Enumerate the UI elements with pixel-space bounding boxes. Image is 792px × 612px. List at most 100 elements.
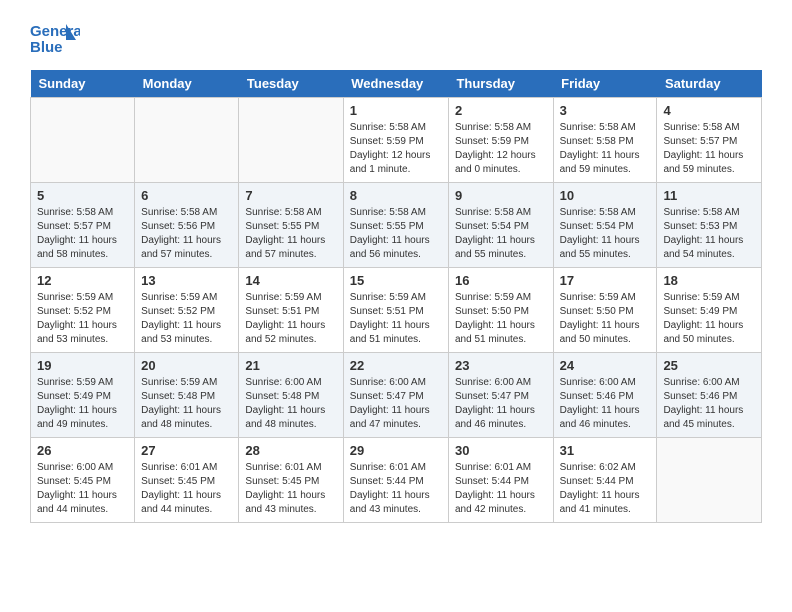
calendar-cell [657,438,762,523]
calendar-cell: 17 Sunrise: 5:59 AM Sunset: 5:50 PM Dayli… [553,268,657,353]
day-info: Sunrise: 6:01 AM Sunset: 5:45 PM Dayligh… [141,461,232,517]
header-thursday: Thursday [448,70,553,98]
general-blue-logo-icon: GeneralBlue [30,20,80,60]
header-friday: Friday [553,70,657,98]
day-info: Sunrise: 6:01 AM Sunset: 5:44 PM Dayligh… [455,461,547,517]
calendar-cell: 27 Sunrise: 6:01 AM Sunset: 5:45 PM Dayli… [135,438,239,523]
header-saturday: Saturday [657,70,762,98]
day-number: 12 [37,273,128,288]
calendar-week-row: 26Sunrise: 6:00 AM Sunset: 5:45 PM Dayli… [31,438,762,523]
calendar-cell: 22 Sunrise: 6:00 AM Sunset: 5:47 PM Dayli… [343,353,448,438]
day-number: 8 [350,188,442,203]
day-number: 25 [663,358,755,373]
calendar-cell: 31 Sunrise: 6:02 AM Sunset: 5:44 PM Dayli… [553,438,657,523]
svg-text:Blue: Blue [30,39,63,56]
day-info: Sunrise: 5:58 AM Sunset: 5:54 PM Dayligh… [560,206,651,262]
day-number: 29 [350,443,442,458]
day-number: 21 [245,358,336,373]
calendar-cell [31,98,135,183]
calendar-cell: 7Sunrise: 5:58 AM Sunset: 5:55 PM Daylig… [239,183,343,268]
day-number: 14 [245,273,336,288]
day-info: Sunrise: 5:59 AM Sunset: 5:50 PM Dayligh… [560,291,651,347]
calendar-cell: 13Sunrise: 5:59 AM Sunset: 5:52 PM Dayli… [135,268,239,353]
day-info: Sunrise: 5:59 AM Sunset: 5:50 PM Dayligh… [455,291,547,347]
calendar-cell: 6Sunrise: 5:58 AM Sunset: 5:56 PM Daylig… [135,183,239,268]
day-number: 15 [350,273,442,288]
day-number: 20 [141,358,232,373]
calendar-cell: 1 Sunrise: 5:58 AM Sunset: 5:59 PM Daylig… [343,98,448,183]
calendar-cell: 16 Sunrise: 5:59 AM Sunset: 5:50 PM Dayli… [448,268,553,353]
calendar-cell: 26Sunrise: 6:00 AM Sunset: 5:45 PM Dayli… [31,438,135,523]
day-info: Sunrise: 5:59 AM Sunset: 5:49 PM Dayligh… [37,376,128,432]
calendar-week-row: 1 Sunrise: 5:58 AM Sunset: 5:59 PM Daylig… [31,98,762,183]
day-info: Sunrise: 6:00 AM Sunset: 5:45 PM Dayligh… [37,461,128,517]
day-number: 2 [455,103,547,118]
calendar-cell: 25 Sunrise: 6:00 AM Sunset: 5:46 PM Dayli… [657,353,762,438]
day-info: Sunrise: 5:58 AM Sunset: 5:56 PM Dayligh… [141,206,232,262]
day-number: 10 [560,188,651,203]
day-info: Sunrise: 6:00 AM Sunset: 5:46 PM Dayligh… [663,376,755,432]
calendar-cell: 14 Sunrise: 5:59 AM Sunset: 5:51 PM Dayli… [239,268,343,353]
calendar-cell: 9Sunrise: 5:58 AM Sunset: 5:54 PM Daylig… [448,183,553,268]
calendar-week-row: 5Sunrise: 5:58 AM Sunset: 5:57 PM Daylig… [31,183,762,268]
day-info: Sunrise: 5:58 AM Sunset: 5:54 PM Dayligh… [455,206,547,262]
day-info: Sunrise: 5:59 AM Sunset: 5:51 PM Dayligh… [350,291,442,347]
calendar-cell: 30Sunrise: 6:01 AM Sunset: 5:44 PM Dayli… [448,438,553,523]
calendar-cell: 2 Sunrise: 5:58 AM Sunset: 5:59 PM Daylig… [448,98,553,183]
day-info: Sunrise: 6:01 AM Sunset: 5:44 PM Dayligh… [350,461,442,517]
calendar-week-row: 19 Sunrise: 5:59 AM Sunset: 5:49 PM Dayli… [31,353,762,438]
day-info: Sunrise: 6:00 AM Sunset: 5:48 PM Dayligh… [245,376,336,432]
calendar-cell: 3Sunrise: 5:58 AM Sunset: 5:58 PM Daylig… [553,98,657,183]
day-info: Sunrise: 5:59 AM Sunset: 5:51 PM Dayligh… [245,291,336,347]
calendar-cell: 23 Sunrise: 6:00 AM Sunset: 5:47 PM Dayli… [448,353,553,438]
day-number: 19 [37,358,128,373]
day-info: Sunrise: 6:00 AM Sunset: 5:47 PM Dayligh… [350,376,442,432]
day-info: Sunrise: 5:59 AM Sunset: 5:49 PM Dayligh… [663,291,755,347]
day-number: 16 [455,273,547,288]
header-tuesday: Tuesday [239,70,343,98]
day-info: Sunrise: 5:58 AM Sunset: 5:59 PM Dayligh… [455,121,547,177]
day-number: 31 [560,443,651,458]
calendar-header-row: SundayMondayTuesdayWednesdayThursdayFrid… [31,70,762,98]
day-info: Sunrise: 6:02 AM Sunset: 5:44 PM Dayligh… [560,461,651,517]
day-number: 18 [663,273,755,288]
day-number: 4 [663,103,755,118]
day-number: 1 [350,103,442,118]
calendar-cell: 11Sunrise: 5:58 AM Sunset: 5:53 PM Dayli… [657,183,762,268]
day-number: 5 [37,188,128,203]
calendar-cell: 29 Sunrise: 6:01 AM Sunset: 5:44 PM Dayli… [343,438,448,523]
calendar-cell: 21 Sunrise: 6:00 AM Sunset: 5:48 PM Dayli… [239,353,343,438]
calendar-table: SundayMondayTuesdayWednesdayThursdayFrid… [30,70,762,523]
calendar-cell: 8 Sunrise: 5:58 AM Sunset: 5:55 PM Daylig… [343,183,448,268]
day-info: Sunrise: 5:58 AM Sunset: 5:53 PM Dayligh… [663,206,755,262]
calendar-cell: 5Sunrise: 5:58 AM Sunset: 5:57 PM Daylig… [31,183,135,268]
day-info: Sunrise: 5:59 AM Sunset: 5:48 PM Dayligh… [141,376,232,432]
day-number: 24 [560,358,651,373]
day-number: 13 [141,273,232,288]
logo: GeneralBlue [30,20,80,60]
day-number: 22 [350,358,442,373]
header-wednesday: Wednesday [343,70,448,98]
calendar-cell: 10 Sunrise: 5:58 AM Sunset: 5:54 PM Dayli… [553,183,657,268]
day-info: Sunrise: 5:58 AM Sunset: 5:57 PM Dayligh… [663,121,755,177]
calendar-cell: 19 Sunrise: 5:59 AM Sunset: 5:49 PM Dayli… [31,353,135,438]
day-number: 27 [141,443,232,458]
logo: GeneralBlue [30,20,80,60]
day-info: Sunrise: 6:00 AM Sunset: 5:47 PM Dayligh… [455,376,547,432]
header-monday: Monday [135,70,239,98]
day-number: 17 [560,273,651,288]
calendar-week-row: 12Sunrise: 5:59 AM Sunset: 5:52 PM Dayli… [31,268,762,353]
day-number: 3 [560,103,651,118]
calendar-cell [135,98,239,183]
page-header: GeneralBlue [30,20,762,60]
day-number: 23 [455,358,547,373]
calendar-cell [239,98,343,183]
calendar-cell: 28Sunrise: 6:01 AM Sunset: 5:45 PM Dayli… [239,438,343,523]
calendar-cell: 4 Sunrise: 5:58 AM Sunset: 5:57 PM Daylig… [657,98,762,183]
calendar-cell: 24Sunrise: 6:00 AM Sunset: 5:46 PM Dayli… [553,353,657,438]
day-info: Sunrise: 6:01 AM Sunset: 5:45 PM Dayligh… [245,461,336,517]
day-info: Sunrise: 5:58 AM Sunset: 5:59 PM Dayligh… [350,121,442,177]
day-info: Sunrise: 5:58 AM Sunset: 5:55 PM Dayligh… [350,206,442,262]
header-sunday: Sunday [31,70,135,98]
calendar-cell: 20 Sunrise: 5:59 AM Sunset: 5:48 PM Dayli… [135,353,239,438]
